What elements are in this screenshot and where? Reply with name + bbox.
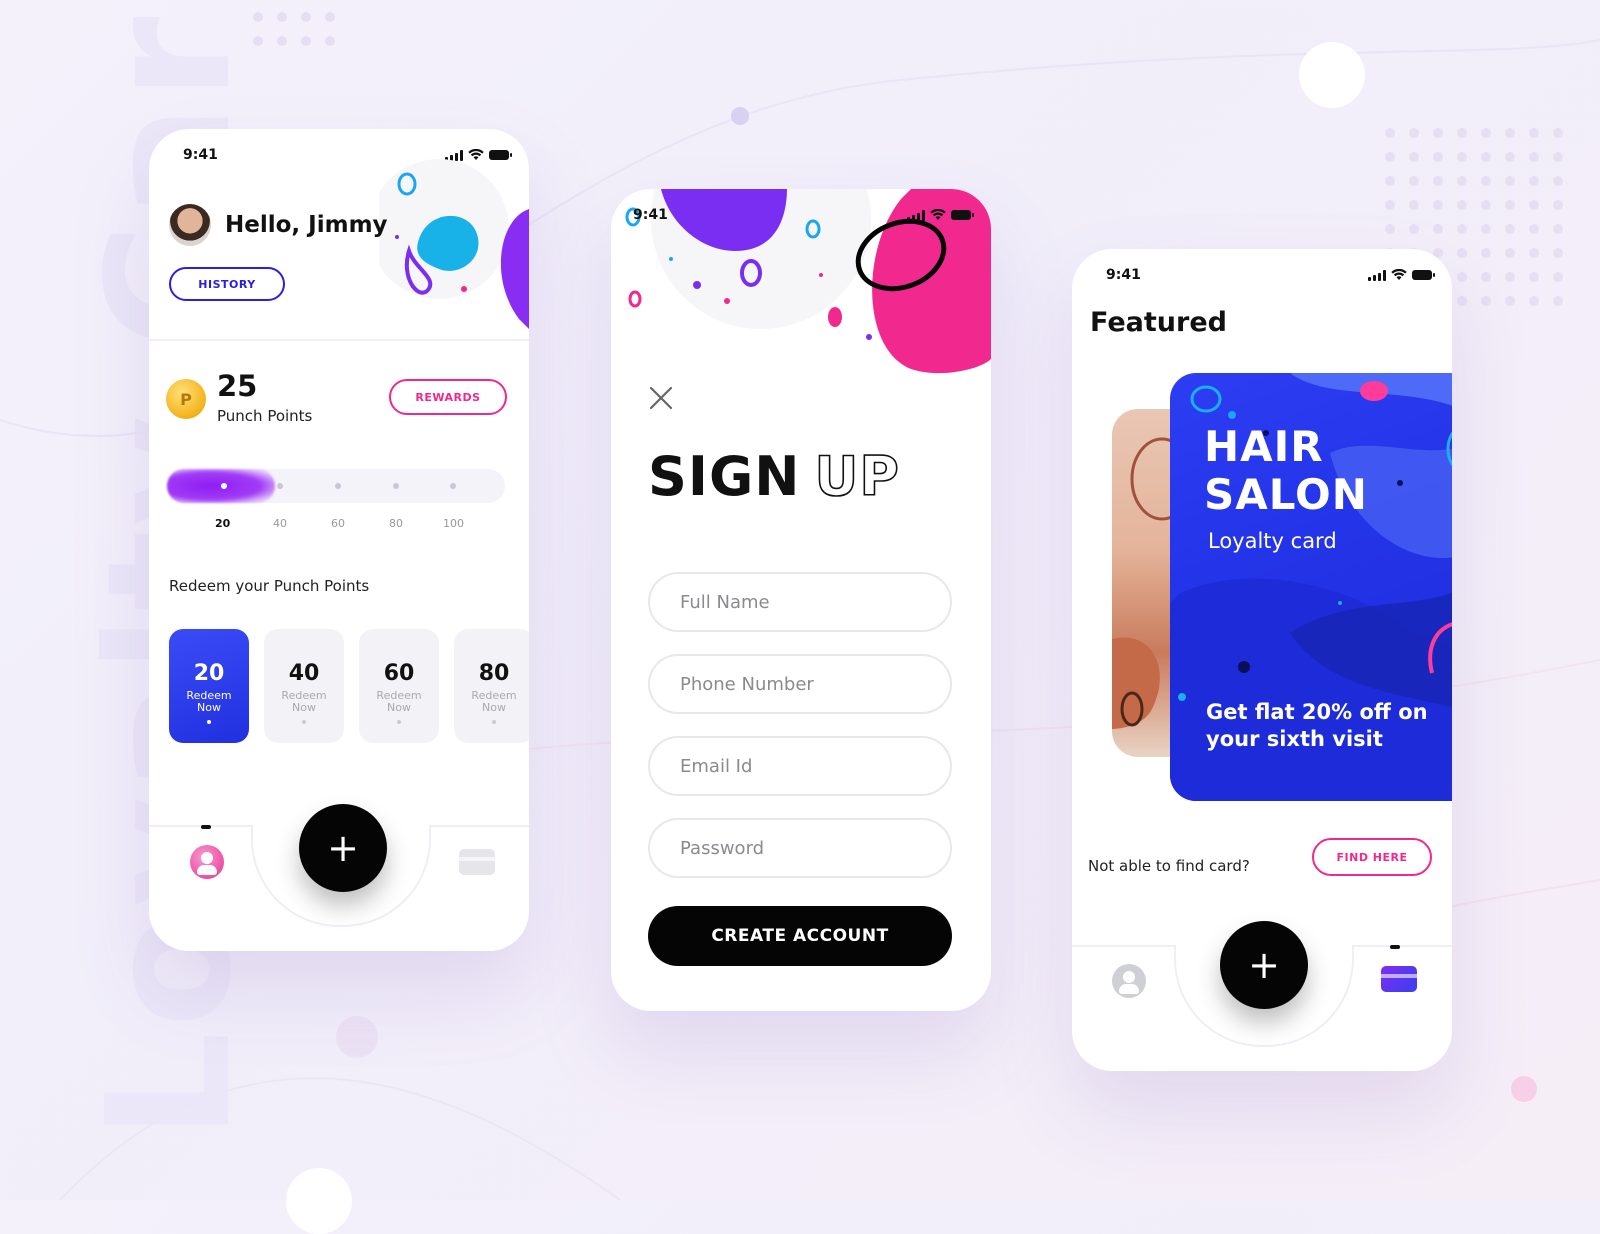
status-time: 9:41 [633, 207, 668, 223]
greeting-text: Hello, Jimmy [225, 212, 388, 238]
redeem-card-points: 60 [383, 661, 415, 686]
page-title: SIGN UP [648, 444, 900, 509]
close-icon[interactable] [647, 384, 675, 412]
tab-cards-icon[interactable] [1381, 966, 1417, 992]
dot-grid-top [253, 12, 335, 46]
password-field[interactable] [648, 818, 952, 878]
redeem-card[interactable]: 80 Redeem Now [454, 629, 529, 743]
redeem-card-dot [397, 720, 401, 724]
full-name-field[interactable] [648, 572, 952, 632]
wifi-icon [1391, 269, 1407, 280]
deco-circle-lilac [336, 1016, 378, 1058]
status-bar: 9:41 [1106, 267, 1435, 287]
redeem-card-dot [302, 720, 306, 724]
coin-icon: P [166, 379, 206, 419]
wifi-icon [930, 209, 946, 220]
rewards-button[interactable]: REWARDS [389, 379, 507, 415]
tab-active-indicator [201, 825, 211, 829]
progress-tick: 60 [331, 517, 345, 530]
progress-marker [221, 483, 227, 489]
card-title-line: HAIR [1204, 422, 1324, 471]
title-outline: UP [814, 444, 900, 509]
points-value: 25 [217, 369, 258, 403]
add-button[interactable]: + [299, 804, 387, 892]
email-field[interactable] [648, 736, 952, 796]
greeting-row: Hello, Jimmy [169, 204, 388, 246]
redeem-card-label: Now [197, 701, 221, 714]
phone-loyalty-home: 9:41 Hello, Jimmy HISTORY P 25 Punch Poi… [149, 129, 529, 951]
redeem-card-label: Now [387, 701, 411, 714]
progress-marker [277, 483, 283, 489]
avatar[interactable] [169, 204, 211, 246]
page-title: Featured [1090, 307, 1227, 338]
progress-tick: 20 [215, 517, 231, 530]
title-solid: SIGN [648, 445, 801, 508]
divider [149, 339, 529, 341]
redeem-card[interactable]: 20 Redeem Now [169, 629, 249, 743]
create-account-button[interactable]: CREATE ACCOUNT [648, 906, 952, 966]
card-title: HAIR SALON [1204, 423, 1368, 519]
card-title-line: SALON [1204, 470, 1368, 519]
signal-icon [907, 209, 925, 221]
status-time: 9:41 [1106, 267, 1141, 283]
progress-tick: 100 [443, 517, 464, 530]
signal-icon [1368, 269, 1386, 281]
progress-marker [450, 483, 456, 489]
status-bar: 9:41 [633, 207, 974, 227]
phone-featured: 9:41 Featured HAIR SALON Loyalty card Ge… [1072, 249, 1452, 1071]
redeem-card[interactable]: 40 Redeem Now [264, 629, 344, 743]
battery-icon [1412, 270, 1435, 280]
hair-salon-loyalty-card[interactable]: HAIR SALON Loyalty card Get flat 20% off… [1170, 373, 1452, 801]
progress-marker [393, 483, 399, 489]
progress-tick: 80 [389, 517, 403, 530]
redeem-card-points: 20 [193, 661, 225, 686]
points-progress-track [167, 469, 505, 503]
header-blob-illustration [379, 159, 529, 329]
card-offer: Get flat 20% off on your sixth visit [1206, 700, 1428, 751]
history-button[interactable]: HISTORY [169, 267, 285, 301]
tab-profile-icon[interactable] [190, 845, 224, 879]
find-card-text: Not able to find card? [1088, 857, 1250, 875]
add-button[interactable]: + [1220, 921, 1308, 1009]
redeem-card-dot [207, 720, 211, 724]
progress-tick: 40 [273, 517, 287, 530]
deco-circle-bottom [286, 1168, 352, 1234]
progress-marker [335, 483, 341, 489]
deco-circle-white [1299, 42, 1365, 108]
redeem-card[interactable]: 60 Redeem Now [359, 629, 439, 743]
redeem-card-dot [492, 720, 496, 724]
redeem-card-points: 40 [288, 661, 320, 686]
redeem-card-points: 80 [478, 661, 510, 686]
find-here-button[interactable]: FIND HERE [1312, 838, 1432, 876]
redeem-card-label: Now [482, 701, 506, 714]
tab-active-indicator [1390, 945, 1400, 949]
tab-profile-icon[interactable] [1112, 964, 1146, 998]
battery-icon [951, 210, 974, 220]
phone-number-field[interactable] [648, 654, 952, 714]
phone-sign-up: 9:41 SIGNUP CREATE ACCOUNT [611, 189, 991, 1011]
redeem-card-label: Now [292, 701, 316, 714]
card-subtitle: Loyalty card [1208, 529, 1337, 553]
deco-circle-pink [1511, 1076, 1537, 1102]
status-time: 9:41 [183, 147, 218, 163]
tab-cards-icon[interactable] [459, 849, 495, 875]
points-label: Punch Points [217, 407, 313, 425]
redeem-section-title: Redeem your Punch Points [169, 577, 370, 595]
deco-circle-small [731, 107, 749, 125]
